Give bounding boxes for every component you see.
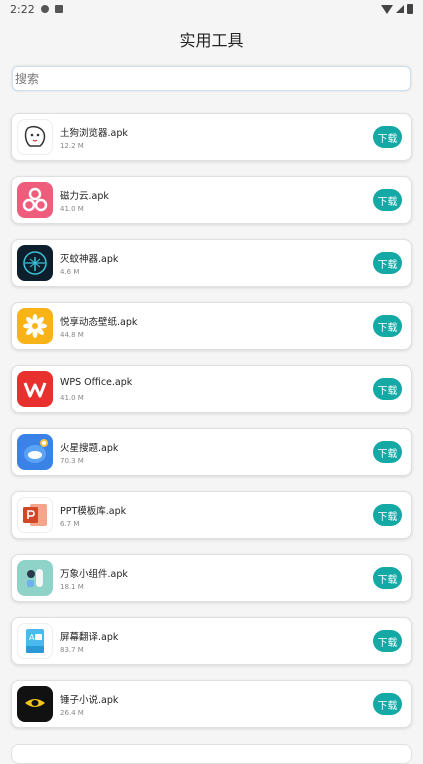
list-item[interactable]: 灭蚊神器.apk 4.6 M 下载 xyxy=(11,239,412,287)
list-item[interactable]: 锤子小说.apk 26.4 M 下载 xyxy=(11,680,412,728)
wallpaper-flower-icon xyxy=(17,308,53,344)
widget-icon xyxy=(17,560,53,596)
mars-search-icon xyxy=(17,434,53,470)
svg-text:A: A xyxy=(29,633,35,642)
list-item[interactable]: 磁力云.apk 41.0 M 下载 xyxy=(11,176,412,224)
download-button[interactable]: 下载 xyxy=(373,630,402,652)
app-name: 万象小组件.apk xyxy=(60,569,128,580)
status-left: 2:22 xyxy=(10,3,63,16)
app-name: PPT模板库.apk xyxy=(60,506,127,517)
app-size: 4.6 M xyxy=(60,268,80,276)
list-item[interactable]: PPT模板库.apk 6.7 M 下载 xyxy=(11,491,412,539)
battery-icon xyxy=(407,4,413,14)
search-box[interactable] xyxy=(12,66,411,91)
app-size: 18.1 M xyxy=(60,583,84,591)
download-button[interactable]: 下载 xyxy=(373,189,402,211)
download-button[interactable]: 下载 xyxy=(373,693,402,715)
app-name: 磁力云.apk xyxy=(60,191,109,202)
list-item-partial xyxy=(11,744,412,764)
list-item[interactable]: WPS Office.apk 41.0 M 下载 xyxy=(11,365,412,413)
download-button[interactable]: 下载 xyxy=(373,378,402,400)
list-item[interactable]: 悦享动态壁纸.apk 44.8 M 下载 xyxy=(11,302,412,350)
app-notification-icon xyxy=(54,5,63,13)
wifi-icon xyxy=(381,4,393,14)
dog-browser-icon xyxy=(17,119,53,155)
app-size: 83.7 M xyxy=(60,646,84,654)
download-button[interactable]: 下载 xyxy=(373,126,402,148)
list-item[interactable]: 万象小组件.apk 18.1 M 下载 xyxy=(11,554,412,602)
wps-icon xyxy=(17,371,53,407)
list-item[interactable]: A 屏幕翻译.apk 83.7 M 下载 xyxy=(11,617,412,665)
status-time: 2:22 xyxy=(10,2,35,16)
app-name: 火星搜题.apk xyxy=(60,443,119,454)
app-size: 26.4 M xyxy=(60,709,84,717)
download-button[interactable]: 下载 xyxy=(373,504,402,526)
status-right xyxy=(381,4,413,14)
screen-translate-icon: A xyxy=(17,623,53,659)
list-item[interactable]: 土狗浏览器.apk 12.2 M 下载 xyxy=(11,113,412,161)
signal-icon xyxy=(396,5,404,13)
app-size: 70.3 M xyxy=(60,457,84,465)
app-name: 灭蚊神器.apk xyxy=(60,254,119,265)
app-size: 41.0 M xyxy=(60,394,84,402)
ppt-icon xyxy=(17,497,53,533)
app-name: 悦享动态壁纸.apk xyxy=(60,317,138,328)
app-size: 12.2 M xyxy=(60,142,84,150)
download-button[interactable]: 下载 xyxy=(373,315,402,337)
mosquito-icon xyxy=(17,245,53,281)
download-button[interactable]: 下载 xyxy=(373,567,402,589)
notification-icon xyxy=(40,5,49,13)
hammer-novel-icon xyxy=(17,686,53,722)
app-name: WPS Office.apk xyxy=(60,377,133,388)
list-item[interactable]: 火星搜题.apk 70.3 M 下载 xyxy=(11,428,412,476)
search-input[interactable] xyxy=(13,67,410,90)
app-size: 6.7 M xyxy=(60,520,80,528)
app-name: 屏幕翻译.apk xyxy=(60,632,119,643)
app-name: 锤子小说.apk xyxy=(60,695,119,706)
download-button[interactable]: 下载 xyxy=(373,252,402,274)
app-size: 41.0 M xyxy=(60,205,84,213)
download-button[interactable]: 下载 xyxy=(373,441,402,463)
app-size: 44.8 M xyxy=(60,331,84,339)
magnet-cloud-icon xyxy=(17,182,53,218)
page-title: 实用工具 xyxy=(179,31,244,50)
status-bar: 2:22 xyxy=(0,0,423,18)
app-name: 土狗浏览器.apk xyxy=(60,128,128,139)
